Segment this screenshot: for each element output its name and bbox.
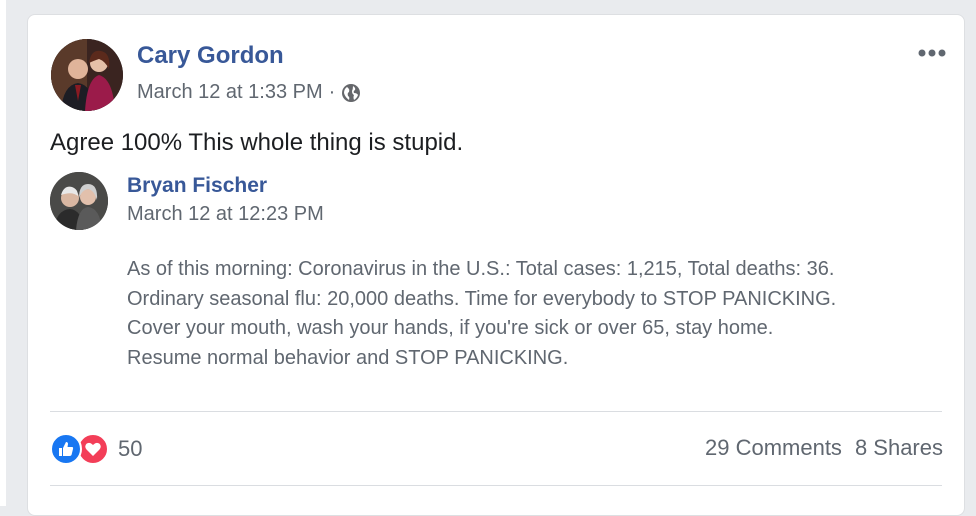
shared-author-name-link[interactable]: Bryan Fischer xyxy=(127,174,267,198)
author-name-link[interactable]: Cary Gordon xyxy=(137,42,284,70)
left-panel-edge xyxy=(0,0,6,506)
post-text: Agree 100% This whole thing is stupid. xyxy=(50,129,464,156)
comments-count-link[interactable]: 29 Comments xyxy=(705,435,842,461)
reactions-summary[interactable]: 50 xyxy=(50,432,142,466)
meta-separator: · xyxy=(328,81,336,103)
divider xyxy=(50,411,942,412)
shared-author-avatar[interactable] xyxy=(50,172,108,230)
shared-text-line: Cover your mouth, wash your hands, if yo… xyxy=(127,317,774,339)
like-icon xyxy=(50,433,82,465)
shared-timestamp[interactable]: March 12 at 12:23 PM xyxy=(127,203,324,226)
post-timestamp[interactable]: March 12 at 1:33 PM xyxy=(137,81,323,104)
shared-post-text: As of this morning: Coronavirus in the U… xyxy=(127,255,957,373)
post-meta: March 12 at 1:33 PM · xyxy=(137,81,361,104)
shared-text-line: Resume normal behavior and STOP PANICKIN… xyxy=(127,346,569,369)
shared-text-line: Ordinary seasonal flu: 20,000 deaths. Ti… xyxy=(127,287,837,310)
more-options-icon[interactable] xyxy=(916,45,948,61)
engagement-stats: 29 Comments 8 Shares xyxy=(705,435,943,461)
reaction-count: 50 xyxy=(118,436,143,461)
shares-count-link[interactable]: 8 Shares xyxy=(855,435,943,461)
post-card: Cary Gordon March 12 at 1:33 PM · Agree … xyxy=(27,14,965,516)
shared-text-line: As of this morning: Coronavirus in the U… xyxy=(127,258,835,280)
divider xyxy=(50,485,942,486)
author-avatar[interactable] xyxy=(51,39,123,111)
globe-icon[interactable] xyxy=(341,83,361,103)
